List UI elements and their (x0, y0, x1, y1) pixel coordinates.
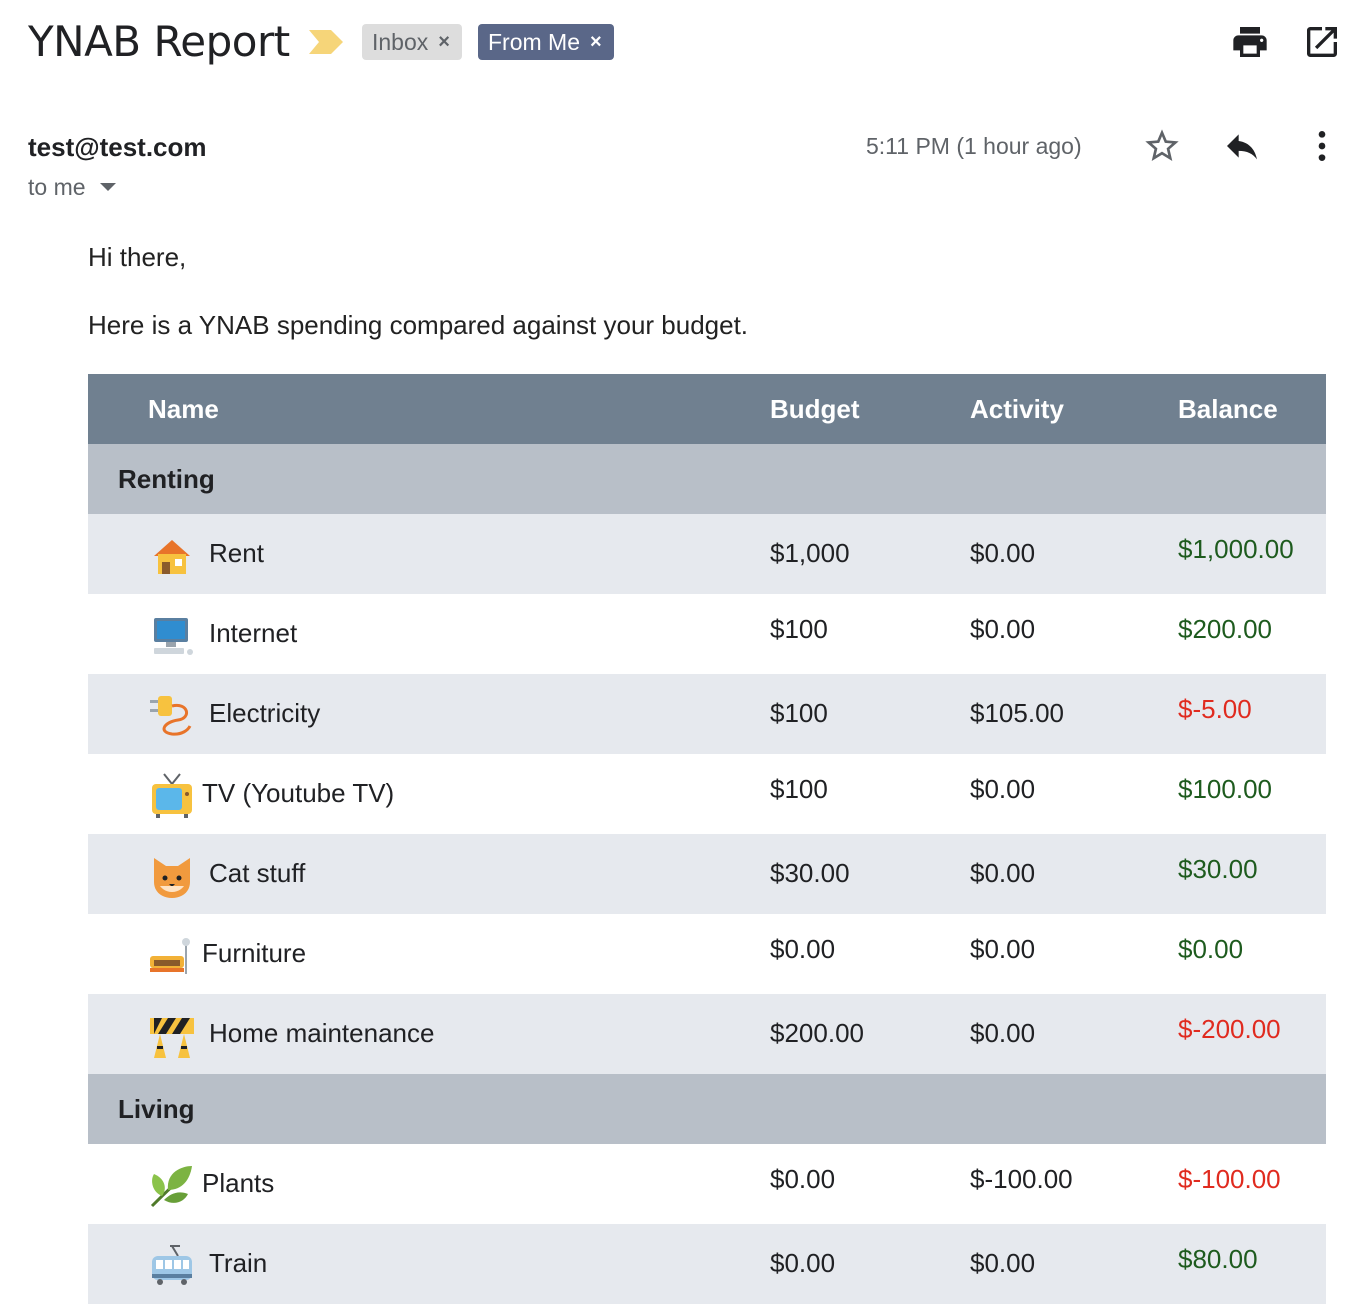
budget-value: $1,000 (770, 538, 850, 568)
construction-barrier-icon (150, 1018, 194, 1058)
label-chip-inbox: Inbox × (362, 24, 462, 60)
budget-value: $0.00 (770, 934, 836, 964)
category-name: Internet (209, 618, 298, 648)
budget-table: Name Budget Activity Balance Renting Ren… (88, 374, 1326, 1304)
activity-value: $0.00 (970, 934, 1036, 964)
label-chip-from-me: From Me × (478, 24, 614, 60)
activity-value: $0.00 (970, 1018, 1036, 1048)
budget-value: $0.00 (770, 1164, 836, 1194)
budget-value: $200.00 (770, 1018, 864, 1048)
table-row: TV (Youtube TV) $100 $0.00 $100.00 (88, 754, 1326, 834)
remove-label-from-me-icon[interactable]: × (590, 24, 602, 60)
remove-label-inbox-icon[interactable]: × (438, 24, 450, 60)
category-name: Plants (202, 1168, 275, 1198)
balance-value: $-200.00 (1178, 1014, 1281, 1044)
column-header-balance: Balance (1178, 394, 1278, 424)
balance-value: $100.00 (1178, 774, 1272, 804)
table-row: Furniture $0.00 $0.00 $0.00 (88, 914, 1326, 994)
activity-value: $0.00 (970, 1248, 1036, 1278)
reply-icon[interactable] (1222, 126, 1262, 166)
importance-marker-icon[interactable] (309, 30, 343, 54)
recipient-label: to me (28, 174, 86, 200)
more-options-icon[interactable] (1302, 126, 1342, 166)
label-chip-from-me-text: From Me (488, 29, 580, 55)
couch-lamp-icon (150, 938, 190, 974)
table-row: Plants $0.00 $-100.00 $-100.00 (88, 1144, 1326, 1224)
star-icon[interactable] (1142, 126, 1182, 166)
cat-face-icon (154, 858, 190, 898)
budget-value: $100 (770, 614, 828, 644)
budget-value: $100 (770, 698, 828, 728)
column-header-budget: Budget (770, 394, 860, 424)
group-name: Living (118, 1094, 195, 1124)
balance-value: $0.00 (1178, 934, 1244, 964)
budget-value: $30.00 (770, 858, 850, 888)
activity-value: $0.00 (970, 614, 1036, 644)
category-name: Electricity (209, 698, 321, 728)
column-header-name: Name (148, 394, 219, 424)
column-header-activity: Activity (970, 394, 1064, 424)
table-row: Internet $100 $0.00 $200.00 (88, 594, 1326, 674)
balance-value: $-100.00 (1178, 1164, 1281, 1194)
activity-value: $0.00 (970, 774, 1036, 804)
group-name: Renting (118, 464, 215, 494)
table-header-row: Name Budget Activity Balance (88, 374, 1326, 444)
table-row: Cat stuff $30.00 $0.00 $30.00 (88, 834, 1326, 914)
activity-value: $-100.00 (970, 1164, 1073, 1194)
balance-value: $200.00 (1178, 614, 1272, 644)
activity-value: $0.00 (970, 538, 1036, 568)
sender-address[interactable]: test@test.com (28, 130, 207, 164)
subject-bar: YNAB Report Inbox × From Me × (0, 0, 1354, 84)
table-row: Electricity $100 $105.00 $-5.00 (88, 674, 1326, 754)
email-timestamp: 5:11 PM (1 hour ago) (866, 133, 1082, 159)
recipient-details[interactable]: to me (28, 172, 116, 202)
house-icon (154, 540, 190, 574)
television-icon (152, 773, 192, 818)
table-row: Home maintenance $200.00 $0.00 $-200.00 (88, 994, 1326, 1074)
budget-value: $0.00 (770, 1248, 836, 1278)
desktop-computer-icon (154, 618, 193, 655)
print-icon[interactable] (1230, 22, 1270, 62)
herb-leaf-icon (150, 1166, 192, 1208)
table-group-row: Renting (88, 444, 1326, 514)
email-intro: Here is a YNAB spending compared against… (88, 310, 749, 340)
category-name: Train (209, 1248, 268, 1278)
email-greeting: Hi there, (88, 242, 187, 272)
activity-value: $0.00 (970, 858, 1036, 888)
table-row: Train $0.00 $0.00 $80.00 (88, 1224, 1326, 1304)
chevron-down-icon[interactable] (99, 183, 116, 191)
category-name: Rent (209, 538, 264, 568)
balance-value: $-5.00 (1178, 694, 1252, 724)
category-name: TV (Youtube TV) (202, 778, 395, 808)
balance-value: $30.00 (1178, 854, 1258, 884)
electric-plug-icon (150, 696, 192, 736)
tram-icon (152, 1245, 192, 1285)
category-name: Furniture (202, 938, 307, 968)
activity-value: $105.00 (970, 698, 1064, 728)
email-subject: YNAB Report (28, 17, 290, 66)
budget-value: $100 (770, 774, 828, 804)
label-chip-inbox-text: Inbox (372, 29, 429, 55)
table-group-row: Living (88, 1074, 1326, 1144)
table-row: Rent $1,000 $0.00 $1,000.00 (88, 514, 1326, 594)
category-name: Cat stuff (209, 858, 306, 888)
open-in-new-window-icon[interactable] (1302, 22, 1342, 62)
balance-value: $80.00 (1178, 1244, 1258, 1274)
category-name: Home maintenance (209, 1018, 435, 1048)
balance-value: $1,000.00 (1178, 534, 1294, 564)
